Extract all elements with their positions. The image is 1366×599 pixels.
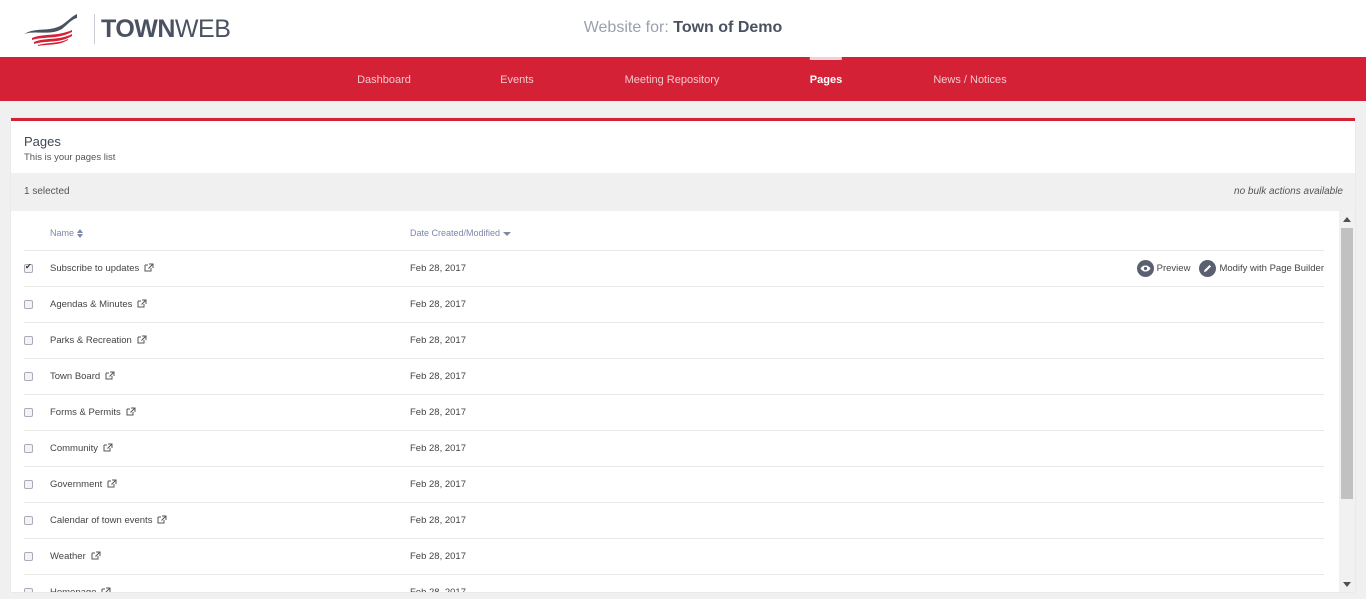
row-checkbox[interactable] [24, 552, 33, 561]
preview-label: Preview [1156, 263, 1191, 274]
page-name-label: Government [50, 479, 103, 490]
website-for-label: Website for: Town of Demo [0, 19, 1366, 37]
external-link-icon[interactable] [107, 479, 117, 491]
page-date: Feb 28, 2017 [410, 263, 466, 274]
row-checkbox[interactable] [24, 588, 33, 592]
website-name: Town of Demo [673, 19, 783, 36]
table-row[interactable]: Subscribe to updates Feb 28, 2017 Preview M… [24, 251, 1324, 287]
external-link-icon[interactable] [137, 299, 147, 311]
row-checkbox[interactable] [24, 336, 33, 345]
table-row[interactable]: Parks & Recreation Feb 28, 2017 [24, 323, 1324, 359]
panel-title: Pages [24, 134, 61, 149]
row-checkbox[interactable] [24, 408, 33, 417]
bulk-actions-status: no bulk actions available [1234, 186, 1343, 197]
page-name-link[interactable]: Subscribe to updates [50, 263, 154, 275]
row-checkbox[interactable] [24, 480, 33, 489]
sort-desc-icon [502, 231, 511, 236]
vertical-scrollbar[interactable] [1339, 211, 1355, 592]
top-header: TOWNWEB Website for: Town of Demo [0, 0, 1366, 57]
page-name-link[interactable]: Calendar of town events [50, 515, 167, 527]
page-date: Feb 28, 2017 [410, 407, 466, 418]
table-row[interactable]: Weather Feb 28, 2017 [24, 539, 1324, 575]
external-link-icon[interactable] [157, 515, 167, 527]
page-name-link[interactable]: Agendas & Minutes [50, 299, 147, 311]
page-date: Feb 28, 2017 [410, 335, 466, 346]
table-row[interactable]: Agendas & Minutes Feb 28, 2017 [24, 287, 1324, 323]
page-name-link[interactable]: Community [50, 443, 113, 455]
nav-meeting-repository[interactable]: Meeting Repository [625, 57, 720, 101]
page-date: Feb 28, 2017 [410, 299, 466, 310]
page-name-label: Community [50, 443, 99, 454]
modify-page-builder-button[interactable]: Modify with Page Builder [1199, 260, 1324, 277]
selected-count: 1 selected [24, 186, 70, 197]
page-name-link[interactable]: Weather [50, 551, 101, 563]
page-name-label: Agendas & Minutes [50, 299, 133, 310]
external-link-icon[interactable] [105, 371, 115, 383]
panel-subtitle: This is your pages list [24, 152, 116, 163]
page-name-label: Forms & Permits [50, 407, 121, 418]
table-row[interactable]: Government Feb 28, 2017 [24, 467, 1324, 503]
column-header-name[interactable]: Name [50, 228, 83, 239]
external-link-icon[interactable] [101, 587, 111, 592]
nav-pages[interactable]: Pages [809, 57, 843, 101]
page-name-link[interactable]: Forms & Permits [50, 407, 136, 419]
pencil-icon [1199, 260, 1217, 277]
page-date: Feb 28, 2017 [410, 371, 466, 382]
page-date: Feb 28, 2017 [410, 551, 466, 562]
preview-button[interactable]: Preview [1136, 260, 1191, 277]
pages-panel: Pages This is your pages list 1 selected… [11, 118, 1355, 592]
page-name-link[interactable]: Parks & Recreation [50, 335, 147, 347]
column-header-date[interactable]: Date Created/Modified [410, 228, 511, 238]
scrollbar-thumb[interactable] [1341, 228, 1353, 499]
external-link-icon[interactable] [144, 263, 154, 275]
page-name-label: Weather [50, 551, 86, 562]
column-header-date-label: Date Created/Modified [410, 228, 501, 238]
external-link-icon[interactable] [126, 407, 136, 419]
row-checkbox[interactable] [24, 444, 33, 453]
table-row[interactable]: Calendar of town events Feb 28, 2017 [24, 503, 1324, 539]
page-name-label: Homepage [50, 587, 96, 592]
page-date: Feb 28, 2017 [410, 587, 466, 592]
table-row[interactable]: Town Board Feb 28, 2017 [24, 359, 1324, 395]
website-for-prefix: Website for: [583, 19, 669, 36]
external-link-icon[interactable] [91, 551, 101, 563]
row-checkbox[interactable] [24, 262, 33, 273]
column-header-name-label: Name [50, 228, 75, 238]
scroll-down-arrow-icon[interactable] [1339, 576, 1355, 592]
sort-both-icon [76, 229, 83, 239]
nav-news-notices[interactable]: News / Notices [933, 57, 1006, 101]
table-row[interactable]: Forms & Permits Feb 28, 2017 [24, 395, 1324, 431]
page-name-link[interactable]: Homepage [50, 587, 111, 592]
page-name-label: Parks & Recreation [50, 335, 132, 346]
modify-label: Modify with Page Builder [1219, 263, 1324, 274]
scroll-up-arrow-icon[interactable] [1339, 211, 1355, 227]
main-nav: Dashboard Events Meeting Repository Page… [0, 57, 1366, 101]
external-link-icon[interactable] [103, 443, 113, 455]
page-name-link[interactable]: Government [50, 479, 117, 491]
nav-events[interactable]: Events [500, 57, 534, 101]
row-checkbox[interactable] [24, 300, 33, 309]
page-name-link[interactable]: Town Board [50, 371, 115, 383]
table-row[interactable]: Homepage Feb 28, 2017 [24, 575, 1324, 592]
page-date: Feb 28, 2017 [410, 443, 466, 454]
page-date: Feb 28, 2017 [410, 479, 466, 490]
row-checkbox[interactable] [24, 372, 33, 381]
table-row[interactable]: Community Feb 28, 2017 [24, 431, 1324, 467]
page-name-label: Calendar of town events [50, 515, 153, 526]
eye-icon [1136, 260, 1154, 277]
row-actions: Preview Modify with Page Builder [1128, 260, 1324, 277]
page-name-label: Town Board [50, 371, 101, 382]
bulk-actions-bar: 1 selected no bulk actions available [11, 173, 1355, 211]
nav-dashboard[interactable]: Dashboard [357, 57, 411, 101]
page-date: Feb 28, 2017 [410, 515, 466, 526]
pages-table: Name Date Created/Modified Subscribe to … [11, 211, 1339, 592]
external-link-icon[interactable] [137, 335, 147, 347]
row-checkbox[interactable] [24, 516, 33, 525]
page-name-label: Subscribe to updates [50, 263, 140, 274]
